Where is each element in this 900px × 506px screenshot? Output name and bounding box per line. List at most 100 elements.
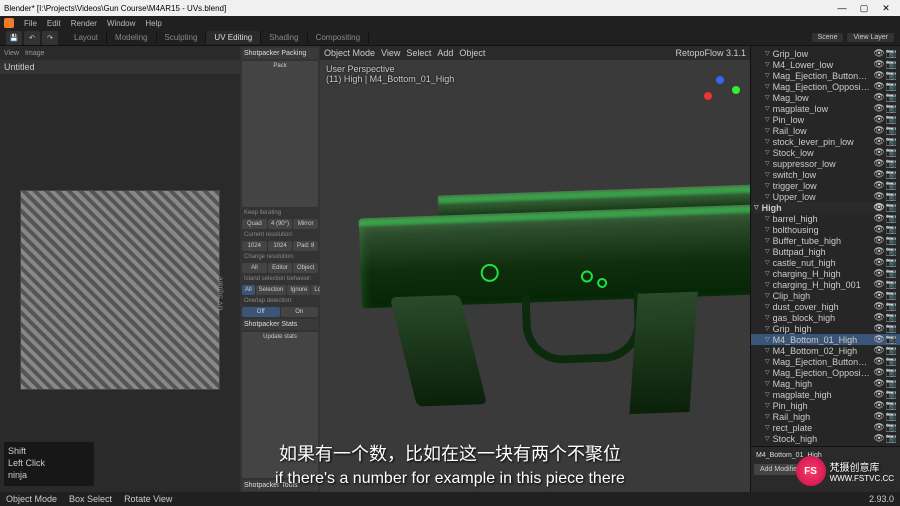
- outliner-row[interactable]: ▽M4_Lower_low👁📷: [751, 59, 900, 70]
- camera-icon[interactable]: 📷: [886, 235, 897, 246]
- eye-icon[interactable]: 👁: [873, 268, 884, 279]
- camera-icon[interactable]: 📷: [886, 268, 897, 279]
- eye-icon[interactable]: 👁: [873, 389, 884, 400]
- vp-menu-view[interactable]: View: [381, 48, 400, 58]
- outliner-row[interactable]: ▽dust_cover_high👁📷: [751, 301, 900, 312]
- eye-icon[interactable]: 👁: [873, 125, 884, 136]
- camera-icon[interactable]: 📷: [886, 169, 897, 180]
- camera-icon[interactable]: 📷: [886, 290, 897, 301]
- sp-stats-header[interactable]: Shotpacker Stats: [242, 319, 318, 330]
- camera-icon[interactable]: 📷: [886, 158, 897, 169]
- sp-isb-ign[interactable]: Ignore: [287, 285, 310, 295]
- camera-icon[interactable]: 📷: [886, 334, 897, 345]
- camera-icon[interactable]: 📷: [886, 202, 897, 213]
- outliner-row[interactable]: ▽charging_H_high_001👁📷: [751, 279, 900, 290]
- camera-icon[interactable]: 📷: [886, 411, 897, 422]
- outliner-row[interactable]: ▽Stock_high👁📷: [751, 433, 900, 444]
- camera-icon[interactable]: 📷: [886, 389, 897, 400]
- outliner-row[interactable]: ▽castle_nut_high👁📷: [751, 257, 900, 268]
- uv-image-name[interactable]: Untitled: [4, 62, 35, 72]
- camera-icon[interactable]: 📷: [886, 378, 897, 389]
- outliner-row[interactable]: ▽Grip_high👁📷: [751, 323, 900, 334]
- outliner-row[interactable]: ▽M4_Bottom_02_High👁📷: [751, 345, 900, 356]
- menu-file[interactable]: File: [24, 19, 37, 28]
- eye-icon[interactable]: 👁: [873, 323, 884, 334]
- vp-retopoflow[interactable]: RetopoFlow 3.1.1: [675, 48, 746, 58]
- vp-menu-select[interactable]: Select: [406, 48, 431, 58]
- camera-icon[interactable]: 📷: [886, 433, 897, 444]
- eye-icon[interactable]: 👁: [873, 422, 884, 433]
- eye-icon[interactable]: 👁: [873, 213, 884, 224]
- tab-uvediting[interactable]: UV Editing: [206, 31, 261, 44]
- outliner-row[interactable]: ▽barrel_high👁📷: [751, 213, 900, 224]
- eye-icon[interactable]: 👁: [873, 246, 884, 257]
- eye-icon[interactable]: 👁: [873, 345, 884, 356]
- eye-icon[interactable]: 👁: [873, 367, 884, 378]
- redo-icon[interactable]: ↷: [42, 31, 58, 45]
- vp-mode[interactable]: Object Mode: [324, 48, 375, 58]
- sp-quad[interactable]: Quad: [242, 219, 267, 229]
- outliner-row[interactable]: ▽Upper_low👁📷: [751, 191, 900, 202]
- outliner-row[interactable]: ▽Mag_high👁📷: [751, 378, 900, 389]
- camera-icon[interactable]: 📷: [886, 257, 897, 268]
- outliner-row[interactable]: ▽stock_lever_pin_low👁📷: [751, 136, 900, 147]
- sp-res-h[interactable]: 1024: [268, 241, 293, 251]
- sp-isb-sel[interactable]: Selection: [256, 285, 287, 295]
- eye-icon[interactable]: 👁: [873, 378, 884, 389]
- eye-icon[interactable]: 👁: [873, 235, 884, 246]
- camera-icon[interactable]: 📷: [886, 279, 897, 290]
- outliner-row[interactable]: ▽Pin_low👁📷: [751, 114, 900, 125]
- sp-ov-on[interactable]: On: [281, 307, 319, 317]
- camera-icon[interactable]: 📷: [886, 400, 897, 411]
- eye-icon[interactable]: 👁: [873, 103, 884, 114]
- camera-icon[interactable]: 📷: [886, 213, 897, 224]
- outliner-row[interactable]: ▽Mag_Ejection_Opposite_low👁📷: [751, 81, 900, 92]
- eye-icon[interactable]: 👁: [873, 114, 884, 125]
- eye-icon[interactable]: 👁: [873, 290, 884, 301]
- outliner-row[interactable]: ▽Buffer_tube_high👁📷: [751, 235, 900, 246]
- sp-ch-editor[interactable]: Editor: [268, 263, 293, 273]
- vp-menu-add[interactable]: Add: [437, 48, 453, 58]
- camera-icon[interactable]: 📷: [886, 323, 897, 334]
- window-min[interactable]: —: [832, 1, 852, 15]
- outliner-row[interactable]: ▽bolthousing👁📷: [751, 224, 900, 235]
- camera-icon[interactable]: 📷: [886, 301, 897, 312]
- menu-render[interactable]: Render: [71, 19, 97, 28]
- eye-icon[interactable]: 👁: [873, 59, 884, 70]
- sp-rot[interactable]: 4 (90°): [268, 219, 293, 229]
- eye-icon[interactable]: 👁: [873, 169, 884, 180]
- tab-shading[interactable]: Shading: [261, 31, 307, 44]
- eye-icon[interactable]: 👁: [873, 158, 884, 169]
- camera-icon[interactable]: 📷: [886, 114, 897, 125]
- eye-icon[interactable]: 👁: [873, 257, 884, 268]
- outliner-row[interactable]: ▽Rail_high👁📷: [751, 411, 900, 422]
- sp-isb-all[interactable]: All: [242, 285, 255, 295]
- outliner-row[interactable]: ▽gas_block_high👁📷: [751, 312, 900, 323]
- tab-sculpting[interactable]: Sculpting: [157, 31, 207, 44]
- save-icon[interactable]: 💾: [6, 31, 22, 45]
- eye-icon[interactable]: 👁: [873, 411, 884, 422]
- sp-ch-all[interactable]: All: [242, 263, 267, 273]
- menu-help[interactable]: Help: [145, 19, 161, 28]
- viewlayer-selector[interactable]: View Layer: [847, 33, 894, 42]
- camera-icon[interactable]: 📷: [886, 367, 897, 378]
- outliner-row[interactable]: ▽Pin_high👁📷: [751, 400, 900, 411]
- eye-icon[interactable]: 👁: [873, 224, 884, 235]
- camera-icon[interactable]: 📷: [886, 48, 897, 59]
- outliner-row[interactable]: ▽M4_Bottom_01_High👁📷: [751, 334, 900, 345]
- camera-icon[interactable]: 📷: [886, 312, 897, 323]
- menu-window[interactable]: Window: [107, 19, 135, 28]
- sp-ov-off[interactable]: Off: [242, 307, 280, 317]
- outliner-row[interactable]: ▽magplate_high👁📷: [751, 389, 900, 400]
- outliner-row[interactable]: ▽suppressor_low👁📷: [751, 158, 900, 169]
- vp-menu-object[interactable]: Object: [459, 48, 485, 58]
- camera-icon[interactable]: 📷: [886, 246, 897, 257]
- eye-icon[interactable]: 👁: [873, 202, 884, 213]
- eye-icon[interactable]: 👁: [873, 147, 884, 158]
- camera-icon[interactable]: 📷: [886, 224, 897, 235]
- outliner-row[interactable]: ▽Stock_low👁📷: [751, 147, 900, 158]
- outliner-row[interactable]: ▽Rail_low👁📷: [751, 125, 900, 136]
- sp-res-w[interactable]: 1024: [242, 241, 267, 251]
- undo-icon[interactable]: ↶: [24, 31, 40, 45]
- camera-icon[interactable]: 📷: [886, 191, 897, 202]
